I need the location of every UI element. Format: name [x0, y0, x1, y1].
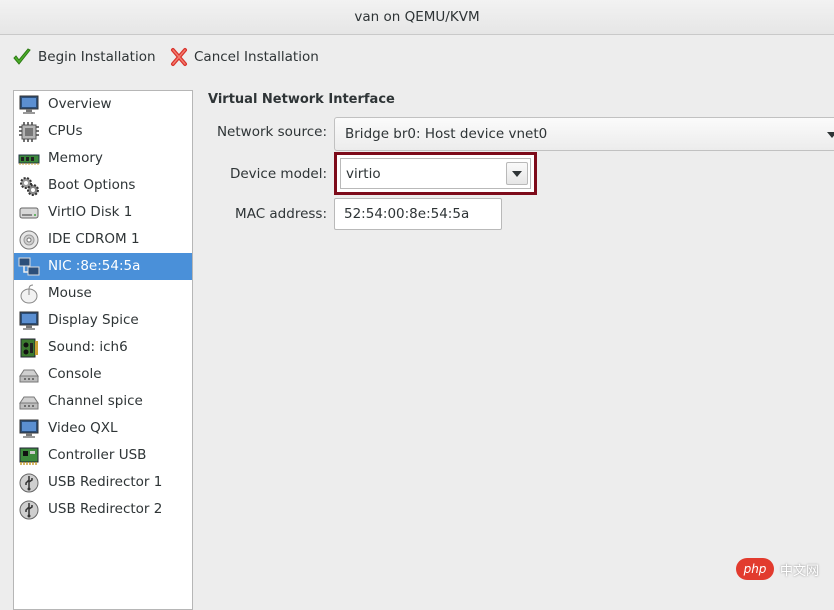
network-source-value: Bridge br0: Host device vnet0 [345, 126, 548, 142]
sidebar-item-label: NIC :8e:54:5a [48, 258, 141, 274]
device-model-highlight [334, 152, 537, 195]
sidebar-item-label: USB Redirector 1 [48, 474, 163, 490]
sidebar-item-label: Console [48, 366, 102, 382]
window-titlebar: van on QEMU/KVM [0, 0, 834, 35]
sound-card-icon [18, 337, 40, 359]
hard-disk-icon [18, 202, 40, 224]
sidebar-item-label: Boot Options [48, 177, 136, 193]
sidebar-item-label: Overview [48, 96, 112, 112]
sidebar-item-label: Controller USB [48, 447, 147, 463]
sidebar-item-label: CPUs [48, 123, 83, 139]
watermark-text: 中文网 [780, 563, 820, 579]
sidebar-item-mouse[interactable]: Mouse [14, 280, 192, 307]
serial-port-icon [18, 364, 40, 386]
network-icon [18, 256, 40, 278]
watermark: php 中文网 [736, 556, 819, 582]
sidebar-item-label: Channel spice [48, 393, 143, 409]
sidebar-item-label: Video QXL [48, 420, 118, 436]
sidebar-item-usb-redirector-2[interactable]: USB Redirector 2 [14, 496, 192, 523]
monitor-icon [18, 418, 40, 440]
mac-address-label: MAC address: [235, 206, 327, 222]
chevron-down-icon [512, 171, 522, 177]
begin-installation-button[interactable]: Begin Installation [12, 44, 156, 70]
checkmark-icon [12, 47, 32, 67]
sidebar-item-display-spice[interactable]: Display Spice [14, 307, 192, 334]
mouse-icon [18, 283, 40, 305]
memory-module-icon [18, 148, 40, 170]
sidebar-item-label: Mouse [48, 285, 92, 301]
mac-address-field [334, 198, 502, 230]
sidebar-item-cpus[interactable]: CPUs [14, 118, 192, 145]
sidebar-item-controller-usb[interactable]: Controller USB [14, 442, 192, 469]
sidebar-item-label: Memory [48, 150, 103, 166]
sidebar-item-console[interactable]: Console [14, 361, 192, 388]
sidebar-item-boot-options[interactable]: Boot Options [14, 172, 192, 199]
monitor-icon [18, 94, 40, 116]
cancel-installation-label: Cancel Installation [194, 49, 319, 65]
pci-card-icon [18, 445, 40, 467]
monitor-icon [18, 310, 40, 332]
network-source-label: Network source: [216, 124, 327, 140]
sidebar-item-sound[interactable]: Sound: ich6 [14, 334, 192, 361]
usb-icon [18, 499, 40, 521]
sidebar-item-usb-redirector-1[interactable]: USB Redirector 1 [14, 469, 192, 496]
hardware-list: Overview CPUs Memory Boot Options VirtIO… [13, 90, 193, 610]
cpu-chip-icon [18, 121, 40, 143]
window-title: van on QEMU/KVM [354, 9, 480, 25]
sidebar-item-nic[interactable]: NIC :8e:54:5a [14, 253, 192, 280]
device-model-dropdown-button[interactable] [506, 162, 528, 185]
php-logo: php [736, 558, 774, 580]
toolbar: Begin Installation Cancel Installation [0, 36, 834, 86]
cancel-x-icon [170, 47, 188, 67]
sidebar-item-memory[interactable]: Memory [14, 145, 192, 172]
section-title: Virtual Network Interface [208, 92, 395, 107]
serial-port-icon [18, 391, 40, 413]
sidebar-item-video-qxl[interactable]: Video QXL [14, 415, 192, 442]
chevron-down-icon [827, 132, 834, 138]
gears-icon [18, 175, 40, 197]
device-model-combo [340, 158, 531, 189]
sidebar-item-ide-cdrom-1[interactable]: IDE CDROM 1 [14, 226, 192, 253]
begin-installation-label: Begin Installation [38, 49, 156, 65]
cdrom-icon [18, 229, 40, 251]
sidebar-item-label: IDE CDROM 1 [48, 231, 140, 247]
usb-icon [18, 472, 40, 494]
sidebar-item-label: USB Redirector 2 [48, 501, 163, 517]
sidebar-item-label: Sound: ich6 [48, 339, 128, 355]
device-model-label: Device model: [229, 166, 327, 182]
sidebar-item-overview[interactable]: Overview [14, 91, 192, 118]
sidebar-item-virtio-disk-1[interactable]: VirtIO Disk 1 [14, 199, 192, 226]
network-source-dropdown[interactable]: Bridge br0: Host device vnet0 [334, 117, 834, 151]
device-model-input[interactable] [341, 159, 504, 188]
sidebar-item-label: VirtIO Disk 1 [48, 204, 133, 220]
cancel-installation-button[interactable]: Cancel Installation [170, 44, 319, 70]
sidebar-item-label: Display Spice [48, 312, 139, 328]
mac-address-input[interactable] [335, 199, 501, 229]
sidebar-item-channel-spice[interactable]: Channel spice [14, 388, 192, 415]
